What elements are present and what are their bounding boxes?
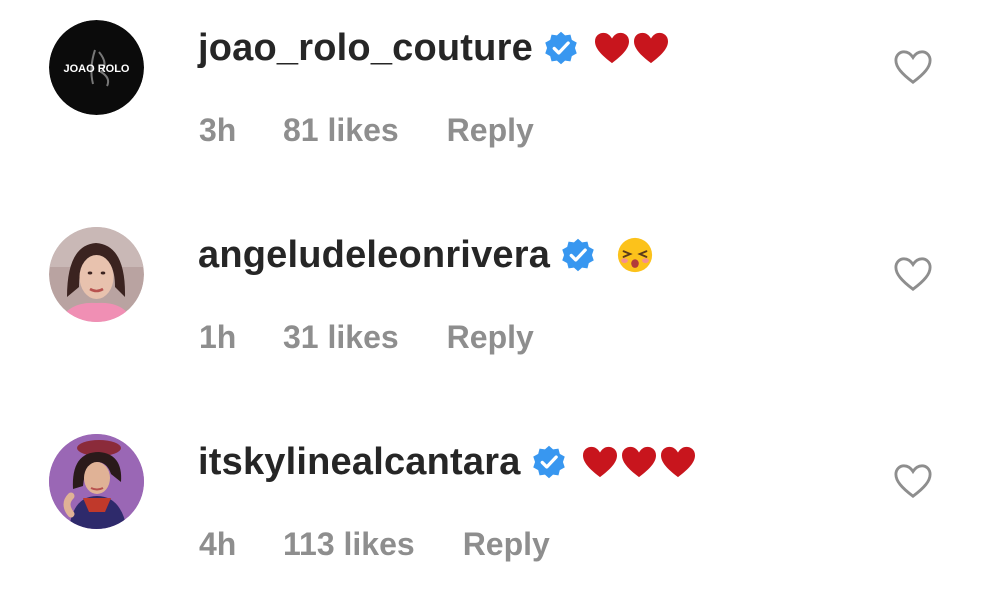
username-link[interactable]: itskylinealcantara: [198, 441, 521, 484]
comment-item: angeludeleonrivera 1h 31 likes Reply: [0, 207, 994, 407]
like-count[interactable]: 31 likes: [283, 319, 399, 356]
like-heart-icon[interactable]: [892, 462, 934, 500]
avatar[interactable]: [49, 227, 144, 322]
like-count[interactable]: 81 likes: [283, 112, 399, 149]
like-heart-icon[interactable]: [892, 255, 934, 293]
avatar-joao-rolo-logo: JOAO ROLO: [49, 20, 144, 115]
comment-text: [581, 445, 698, 479]
avatar[interactable]: JOAO ROLO: [49, 20, 144, 115]
heart-emoji-icon: [659, 445, 697, 479]
comment-line: angeludeleonrivera: [198, 229, 654, 281]
avatar-photo: [49, 434, 144, 529]
comment-text: [610, 236, 654, 274]
comment-item: itskylinealcantara 4h 113 likes Reply: [0, 414, 994, 614]
comment-meta: 4h 113 likes Reply: [199, 526, 550, 563]
verified-badge-icon: [543, 30, 579, 66]
reply-button[interactable]: Reply: [447, 112, 534, 149]
username-link[interactable]: angeludeleonrivera: [198, 234, 550, 277]
comment-text: [593, 31, 671, 65]
comment-line: itskylinealcantara: [198, 436, 698, 488]
heart-emoji-icon: [632, 31, 670, 65]
comment-item: JOAO ROLO joao_rolo_couture 3h 81 likes …: [0, 0, 994, 200]
reply-button[interactable]: Reply: [463, 526, 550, 563]
avatar[interactable]: [49, 434, 144, 529]
heart-emoji-icon: [581, 445, 619, 479]
avatar-logo-text: JOAO ROLO: [63, 63, 129, 75]
comment-timestamp[interactable]: 4h: [199, 526, 283, 563]
username-link[interactable]: joao_rolo_couture: [198, 27, 533, 70]
comment-timestamp[interactable]: 3h: [199, 112, 283, 149]
comment-meta: 1h 31 likes Reply: [199, 319, 534, 356]
comment-line: joao_rolo_couture: [198, 22, 671, 74]
kissing-face-emoji-icon: [616, 236, 654, 274]
like-heart-icon[interactable]: [892, 48, 934, 86]
comment-timestamp[interactable]: 1h: [199, 319, 283, 356]
verified-badge-icon: [531, 444, 567, 480]
verified-badge-icon: [560, 237, 596, 273]
reply-button[interactable]: Reply: [447, 319, 534, 356]
like-count[interactable]: 113 likes: [283, 526, 415, 563]
heart-emoji-icon: [620, 445, 658, 479]
heart-emoji-icon: [593, 31, 631, 65]
comment-meta: 3h 81 likes Reply: [199, 112, 534, 149]
avatar-photo: [49, 227, 144, 322]
